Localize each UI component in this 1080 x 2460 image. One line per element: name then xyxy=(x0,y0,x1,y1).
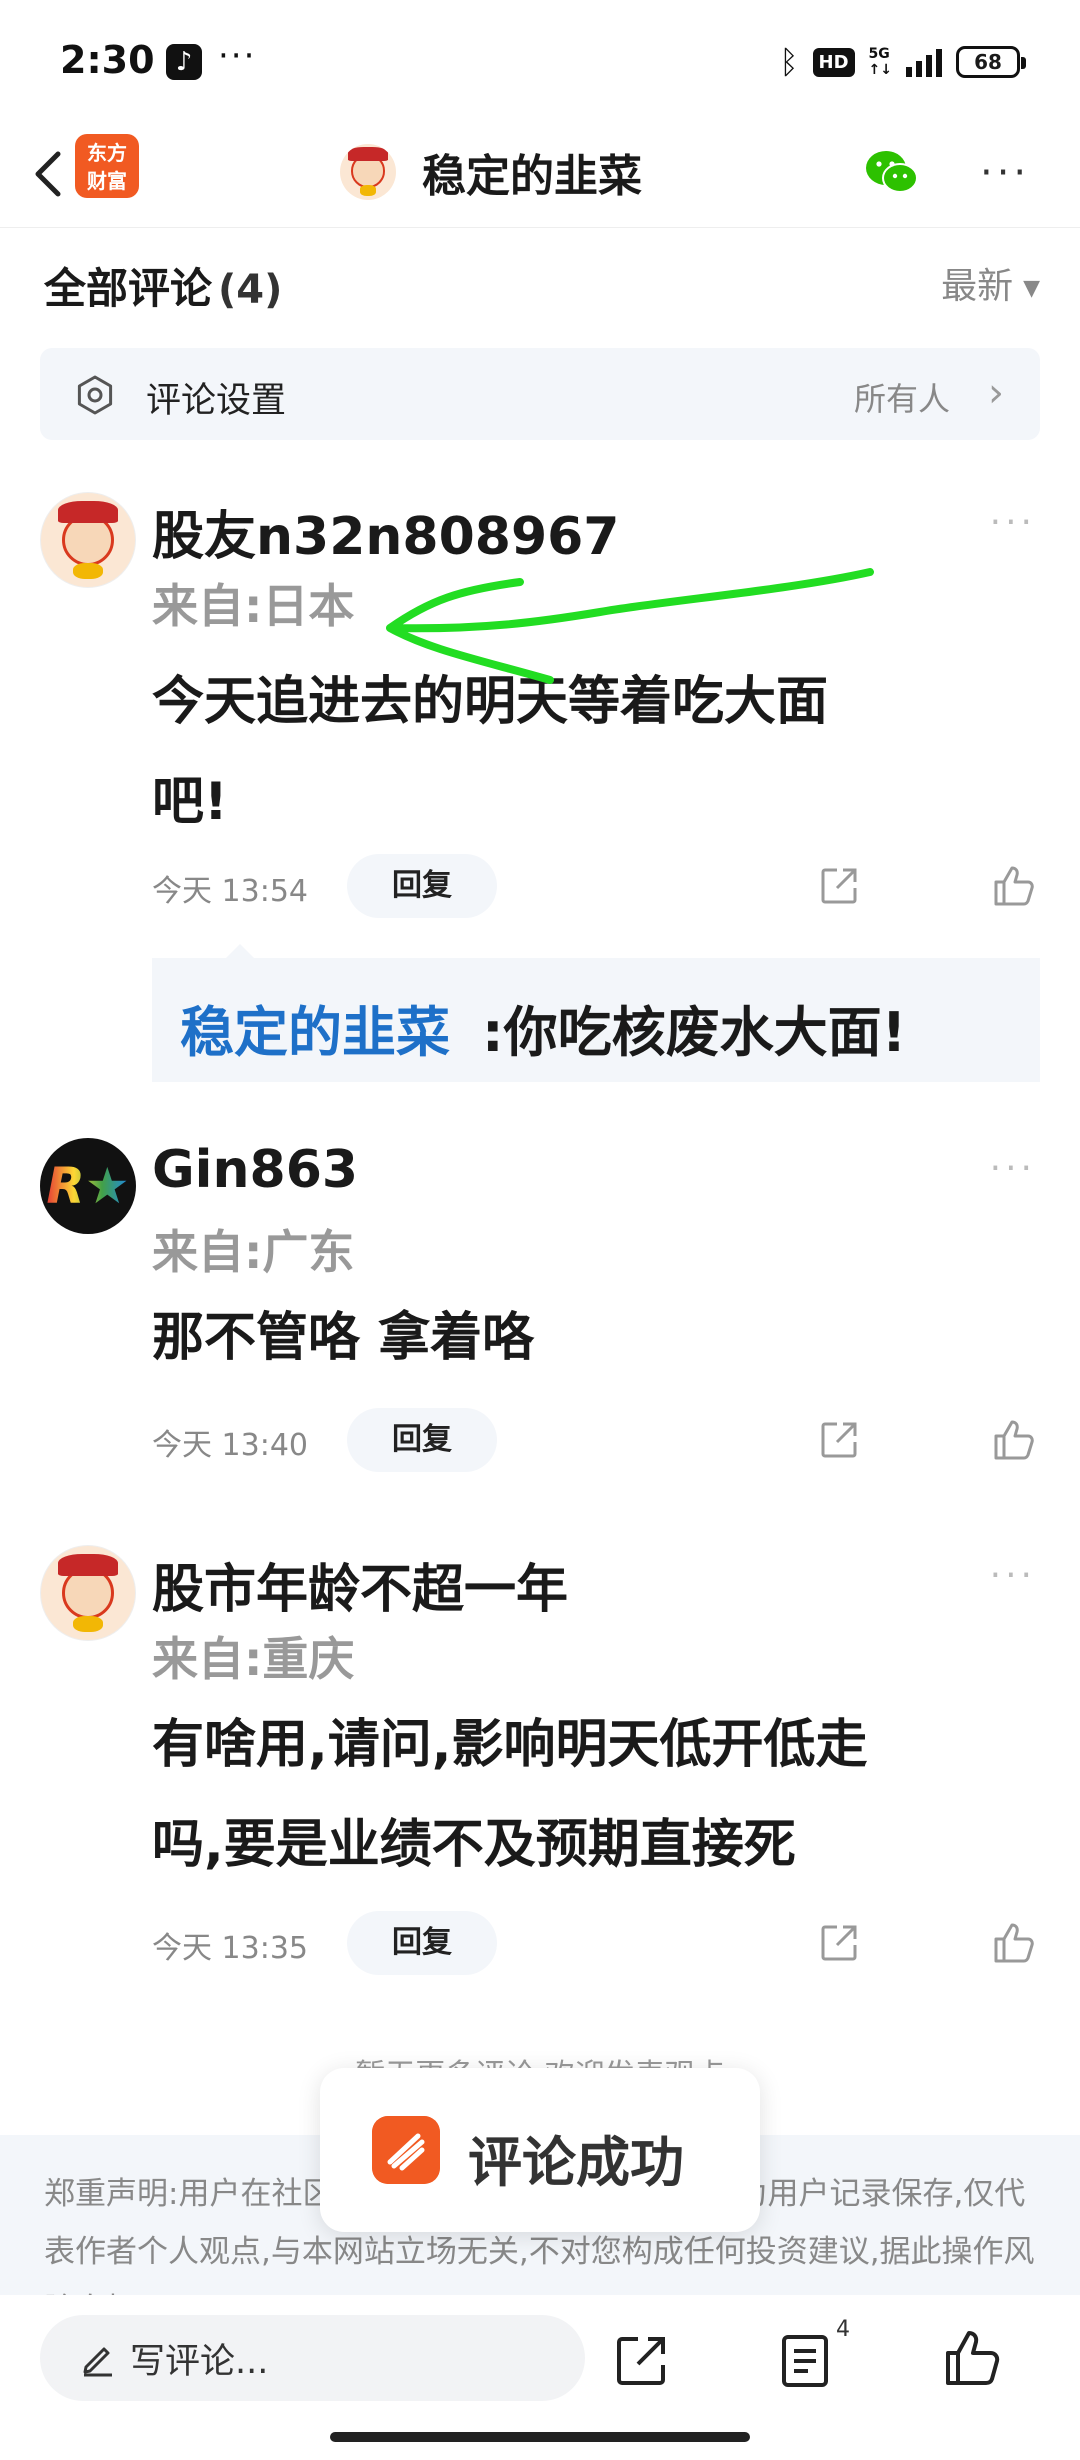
settings-label: 评论设置 xyxy=(146,381,287,421)
home-indicator[interactable] xyxy=(330,2432,750,2442)
comment-meta: 今天 13:40 回复 xyxy=(152,1408,1040,1472)
more-notifications-icon: ··· xyxy=(218,36,257,76)
comments-list-icon[interactable] xyxy=(780,2331,834,2391)
caret-down-icon: ▼ xyxy=(1023,275,1040,301)
sort-dropdown[interactable]: 最新 ▼ xyxy=(941,257,1040,309)
write-comment-placeholder: 写评论... xyxy=(130,2342,269,2382)
comment-text: 有啥用,请问,影响明天低开低走 吗,要是业绩不及预期直接死 xyxy=(152,1715,868,1875)
toast-message: 评论成功 xyxy=(468,2131,684,2194)
comment-time: 今天 13:54 xyxy=(152,874,308,909)
success-toast: 评论成功 xyxy=(320,2068,760,2232)
comment-more-icon[interactable]: ··· xyxy=(990,1555,1036,1596)
nav-title-group[interactable]: 稳定的韭菜 xyxy=(340,140,642,204)
comments-title: 全部评论 xyxy=(44,264,213,313)
like-icon[interactable] xyxy=(990,1416,1036,1462)
comments-count: (4) xyxy=(218,267,283,313)
reply-button[interactable]: 回复 xyxy=(347,1911,497,1975)
bluetooth-icon: ᛒ xyxy=(779,43,799,81)
share-icon[interactable] xyxy=(817,1418,861,1462)
commenter-location: 来自:广东 xyxy=(152,1225,355,1279)
write-comment-input[interactable]: 写评论... xyxy=(40,2315,585,2401)
user-avatar xyxy=(340,144,396,200)
network-type: 5G ↑↓ xyxy=(868,46,892,78)
status-time: 2:30 xyxy=(60,38,155,82)
gear-icon xyxy=(77,375,113,415)
sub-reply-author[interactable]: 稳定的韭菜 xyxy=(180,988,450,1067)
commenter-name[interactable]: Gin863 xyxy=(152,1140,358,1200)
settings-value: 所有人 xyxy=(853,380,950,418)
hd-badge: HD xyxy=(812,47,855,77)
annotation-arrow xyxy=(386,568,874,684)
reply-button[interactable]: 回复 xyxy=(347,1408,497,1472)
like-icon[interactable] xyxy=(940,2327,1002,2389)
comment-time: 今天 13:40 xyxy=(152,1428,308,1463)
comment-more-icon[interactable]: ··· xyxy=(990,502,1036,543)
comment-item: 股市年龄不超一年 ··· 来自:重庆 有啥用,请问,影响明天低开低走 吗,要是业… xyxy=(0,1545,1080,2005)
success-toast-icon xyxy=(372,2116,440,2184)
share-icon[interactable] xyxy=(817,864,861,908)
comment-time: 今天 13:35 xyxy=(152,1931,308,1966)
battery-icon: 68 xyxy=(956,46,1026,78)
comment-meta: 今天 13:54 回复 xyxy=(152,854,1040,918)
signal-icon xyxy=(906,47,942,77)
sub-reply[interactable]: 稳定的韭菜 :你吃核废水大面! xyxy=(152,944,1040,1082)
reply-button[interactable]: 回复 xyxy=(347,854,497,918)
chevron-right-icon: › xyxy=(988,370,1004,416)
comment-text: 那不管咯 拿着咯 xyxy=(152,1308,535,1368)
commenter-location: 来自:日本 xyxy=(152,579,355,633)
comment-count-badge: 4 xyxy=(836,2317,850,2342)
tiktok-icon: ♪ xyxy=(166,44,202,80)
status-icons: ᛒ HD 5G ↑↓ 68 xyxy=(779,42,1026,82)
pen-icon xyxy=(83,2347,112,2377)
page-title: 稳定的韭菜 xyxy=(422,151,642,202)
commenter-name[interactable]: 股市年龄不超一年 xyxy=(152,1547,568,1622)
top-nav: 东方 财富 稳定的韭菜 ··· xyxy=(0,120,1080,228)
comment-item: R★ Gin863 ··· 来自:广东 那不管咯 拿着咯 今天 13:40 回复 xyxy=(0,1138,1080,1498)
sub-reply-text: :你吃核废水大面! xyxy=(482,1001,907,1064)
more-options-icon[interactable]: ··· xyxy=(980,150,1030,196)
back-icon[interactable] xyxy=(20,136,80,212)
comment-meta: 今天 13:35 回复 xyxy=(152,1911,1040,1975)
commenter-avatar[interactable] xyxy=(40,492,136,588)
comments-header: 全部评论 (4) 最新 ▼ xyxy=(44,255,1040,319)
commenter-name[interactable]: 股友n32n808967 xyxy=(152,494,620,569)
wechat-icon[interactable] xyxy=(862,142,922,202)
commenter-location: 来自:重庆 xyxy=(152,1632,355,1686)
app-logo[interactable]: 东方 财富 xyxy=(75,134,139,198)
commenter-avatar[interactable]: R★ xyxy=(40,1138,136,1234)
share-icon[interactable] xyxy=(612,2331,672,2391)
status-bar: 2:30 ♪ ··· ᛒ HD 5G ↑↓ 68 xyxy=(0,0,1080,120)
commenter-avatar[interactable] xyxy=(40,1545,136,1641)
comment-more-icon[interactable]: ··· xyxy=(990,1148,1036,1189)
like-icon[interactable] xyxy=(990,862,1036,908)
comment-settings-row[interactable]: 评论设置 所有人 › xyxy=(40,348,1040,440)
like-icon[interactable] xyxy=(990,1919,1036,1965)
share-icon[interactable] xyxy=(817,1921,861,1965)
